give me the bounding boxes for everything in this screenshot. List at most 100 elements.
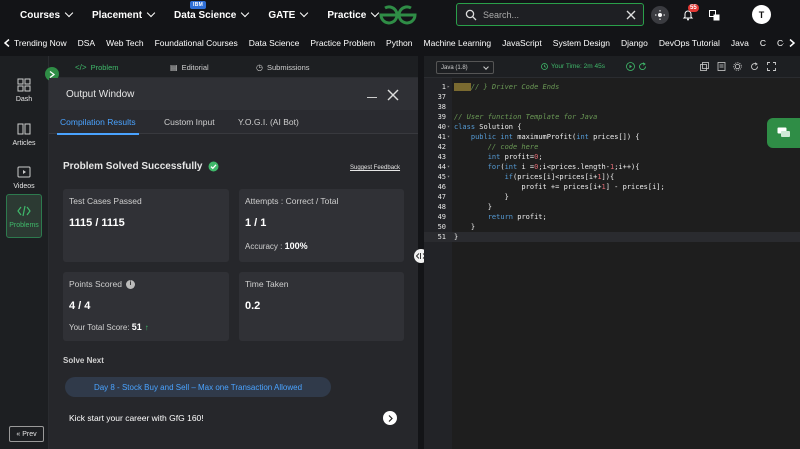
topic-link[interactable]: Machine Learning (424, 38, 492, 48)
chevron-right-icon (388, 414, 393, 422)
topic-link[interactable]: Django (621, 38, 648, 48)
line-number: 46 (437, 183, 446, 191)
rail-item-videos[interactable]: Videos (6, 155, 42, 199)
menu-placement[interactable]: Placement (92, 8, 156, 21)
test-cases-card: Test Cases Passed 1115 / 1115 (63, 189, 229, 262)
tab-custom-input[interactable]: Custom Input (164, 117, 215, 127)
topic-link[interactable]: Data Science (249, 38, 300, 48)
menu-label: Placement (92, 9, 143, 21)
code-line: 37 (424, 92, 800, 102)
notification-count-badge: 55 (688, 4, 699, 12)
topic-link[interactable]: Practice Problem (310, 38, 375, 48)
code-text: } (454, 233, 459, 241)
language-select[interactable]: Java (1.8) (436, 61, 494, 74)
output-window-header: Output Window (49, 78, 418, 110)
topic-link[interactable]: DevOps Tutorial (659, 38, 720, 48)
fullscreen-icon[interactable] (767, 62, 776, 71)
copy-icon[interactable] (700, 62, 709, 71)
rail-item-articles[interactable]: Articles (6, 112, 42, 156)
info-icon[interactable]: i (125, 279, 135, 289)
code-text: for(int i =0;i<prices.length-1;i++){ (487, 163, 640, 171)
topic-link[interactable]: Python (386, 38, 412, 48)
search-input[interactable]: Search... (483, 10, 626, 20)
topic-link[interactable]: DSA (78, 38, 95, 48)
suggest-feedback-link[interactable]: Suggest Feedback (350, 165, 400, 171)
status-heading: Problem Solved Successfully (63, 161, 219, 172)
gfg-logo-icon[interactable] (378, 4, 418, 26)
fold-toggle-icon[interactable]: ▸ (447, 82, 450, 92)
topic-link[interactable]: JavaScript (502, 38, 542, 48)
line-number: 43 (437, 153, 446, 161)
topic-link[interactable]: Web Tech (106, 38, 144, 48)
translate-button[interactable] (705, 6, 723, 24)
topic-link[interactable]: Trending Now (14, 38, 67, 48)
line-number: 47 (437, 193, 446, 201)
menu-label: Data Science (174, 9, 237, 21)
refresh-icon[interactable] (750, 62, 759, 71)
settings-gear-icon[interactable] (733, 62, 742, 71)
code-line: 43 int profit=0; (424, 152, 800, 162)
fold-toggle-icon[interactable]: ▾ (447, 162, 450, 172)
timer: Your Time: 2m 45s (541, 63, 605, 70)
tab-editorial[interactable]: ▤ Editorial (170, 56, 209, 78)
total-score-label: Your Total Score: (69, 323, 130, 332)
code-line: 50 } (424, 222, 800, 232)
prev-button[interactable]: « Prev (9, 426, 44, 442)
tab-problem[interactable]: </> Problem (67, 56, 126, 79)
close-icon[interactable] (387, 89, 399, 101)
search-box[interactable]: Search... (456, 3, 644, 26)
check-circle-icon (208, 161, 218, 172)
chat-button[interactable] (767, 118, 800, 148)
scroll-right-button[interactable] (784, 30, 800, 56)
code-text: return profit; (487, 213, 547, 221)
accuracy-label: Accuracy : (245, 242, 283, 251)
menu-courses[interactable]: Courses (20, 8, 74, 21)
menu-data-science[interactable]: IBM Data Science (174, 0, 250, 21)
menu-label: Practice (327, 9, 367, 21)
menu-practice[interactable]: Practice (327, 8, 380, 21)
code-line: 46 profit += prices[i+1] - prices[i]; (424, 182, 800, 192)
avatar[interactable]: T (752, 5, 771, 24)
rail-item-problems[interactable]: Problems (6, 194, 42, 238)
topic-link[interactable]: Foundational Courses (155, 38, 238, 48)
chevron-down-icon (241, 8, 250, 18)
card-label: Points Scored (69, 279, 122, 289)
tab-submissions[interactable]: ◷ Submissions (256, 56, 310, 78)
play-icon[interactable] (626, 62, 635, 71)
minimize-icon[interactable] (367, 92, 377, 98)
output-tabs: Compilation Results Custom Input Y.O.G.I… (49, 110, 418, 135)
document-icon[interactable] (717, 62, 726, 71)
close-icon[interactable] (626, 10, 636, 20)
code-text: public int maximumProfit(int prices[]) { (470, 133, 640, 141)
code-icon (17, 205, 31, 216)
dashboard-icon (17, 78, 31, 91)
rail-item-dash[interactable]: Dash (6, 68, 42, 112)
editor-toolbar: Java (1.8) Your Time: 2m 45s (424, 56, 800, 78)
promo-text: Kick start your career with GfG 160! (69, 413, 204, 423)
code-line: 51} (424, 232, 800, 242)
chevron-right-icon (789, 39, 795, 47)
fold-toggle-icon[interactable]: ▾ (447, 132, 450, 142)
next-problem-link[interactable]: Day 8 - Stock Buy and Sell – Max one Tra… (65, 377, 331, 397)
code-text: } (454, 203, 492, 211)
tab-compilation-results[interactable]: Compilation Results (57, 117, 139, 135)
reset-timer-icon[interactable] (638, 62, 647, 71)
scroll-left-button[interactable] (0, 30, 14, 56)
top-navbar: Courses Placement IBM Data Science GATE P… (0, 0, 800, 30)
problem-panel-tabs: </> Problem ▤ Editorial ◷ Submissions (49, 56, 418, 79)
accuracy-value: 100% (284, 241, 308, 251)
topic-link[interactable]: System Design (553, 38, 610, 48)
theme-toggle-button[interactable] (651, 6, 669, 24)
fold-toggle-icon[interactable]: ▾ (447, 122, 450, 132)
fold-toggle-icon[interactable]: ▾ (447, 172, 450, 182)
promo-next-button[interactable] (383, 411, 397, 425)
line-number: 44 (437, 163, 446, 171)
topic-link[interactable]: C (760, 38, 766, 48)
card-label: Time Taken (245, 279, 289, 289)
tab-yogi-ai-bot[interactable]: Y.O.G.I. (AI Bot) (238, 117, 299, 127)
chevron-left-icon (4, 39, 10, 47)
topic-link[interactable]: Java (731, 38, 749, 48)
code-text: } (454, 193, 509, 201)
code-editor[interactable]: 1 ▸ ....// } Driver Code Ends 37 38 39 // User… (424, 78, 800, 449)
menu-gate[interactable]: GATE (268, 8, 309, 21)
